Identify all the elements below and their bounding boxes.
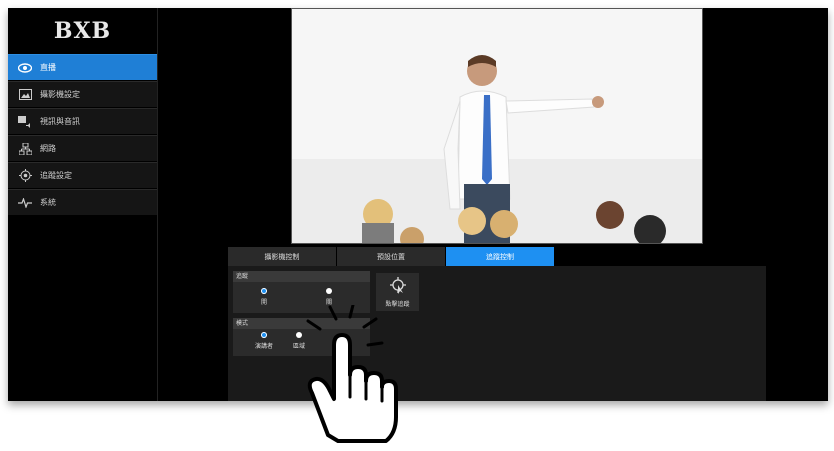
sidebar-item-network[interactable]: 網路 [8,135,157,161]
radio-selected-icon[interactable] [261,332,267,338]
pulse-icon [18,196,32,210]
sidebar-item-label: 攝影機設定 [40,90,80,99]
tab-camera-control[interactable]: 攝影機控制 [228,247,336,266]
video-audio-icon [18,115,32,129]
tracking-on-option[interactable]: 開 [261,288,267,306]
sidebar-item-video-audio[interactable]: 視訊與音訊 [8,108,157,134]
sidebar-item-camera-settings[interactable]: 攝影機設定 [8,81,157,107]
tab-preset-position[interactable]: 預設位置 [337,247,445,266]
live-video-preview[interactable] [291,8,703,244]
sidebar: BXB 直播 攝影機設定 視訊與音訊 網路 追蹤設定 系統 [8,8,158,401]
brand-logo: BXB [53,18,112,44]
radio-selected-icon[interactable] [261,288,267,294]
mode-presenter-option[interactable]: 演講者 [255,332,273,350]
sidebar-item-label: 網路 [40,144,56,153]
sidebar-item-label: 視訊與音訊 [40,117,80,126]
sidebar-item-label: 直播 [40,63,56,72]
mode-presenter-label: 演講者 [255,343,274,350]
tap-hand-icon [290,303,430,451]
tracking-group-title: 追蹤 [233,271,370,282]
radio-unselected-icon[interactable] [326,288,332,294]
click-target-icon [389,277,407,297]
sidebar-item-label: 追蹤設定 [40,171,72,180]
sidebar-item-label: 系統 [40,198,56,207]
network-icon [18,142,32,156]
main-content: 攝影機控制 預設位置 追蹤控制 追蹤 開 關 模式 演講者 區域 點擊追蹤 [158,8,828,401]
tracking-target-icon [18,169,32,183]
tracking-on-label: 開 [261,299,268,306]
sidebar-item-system[interactable]: 系統 [8,189,157,215]
image-icon [18,88,32,102]
control-tabs: 攝影機控制 預設位置 追蹤控制 [228,247,828,266]
sidebar-item-tracking-settings[interactable]: 追蹤設定 [8,162,157,188]
sidebar-item-live[interactable]: 直播 [8,54,157,80]
tracking-off-option[interactable]: 關 [326,288,332,306]
eye-icon [18,61,32,75]
tab-tracking-control[interactable]: 追蹤控制 [446,247,554,266]
